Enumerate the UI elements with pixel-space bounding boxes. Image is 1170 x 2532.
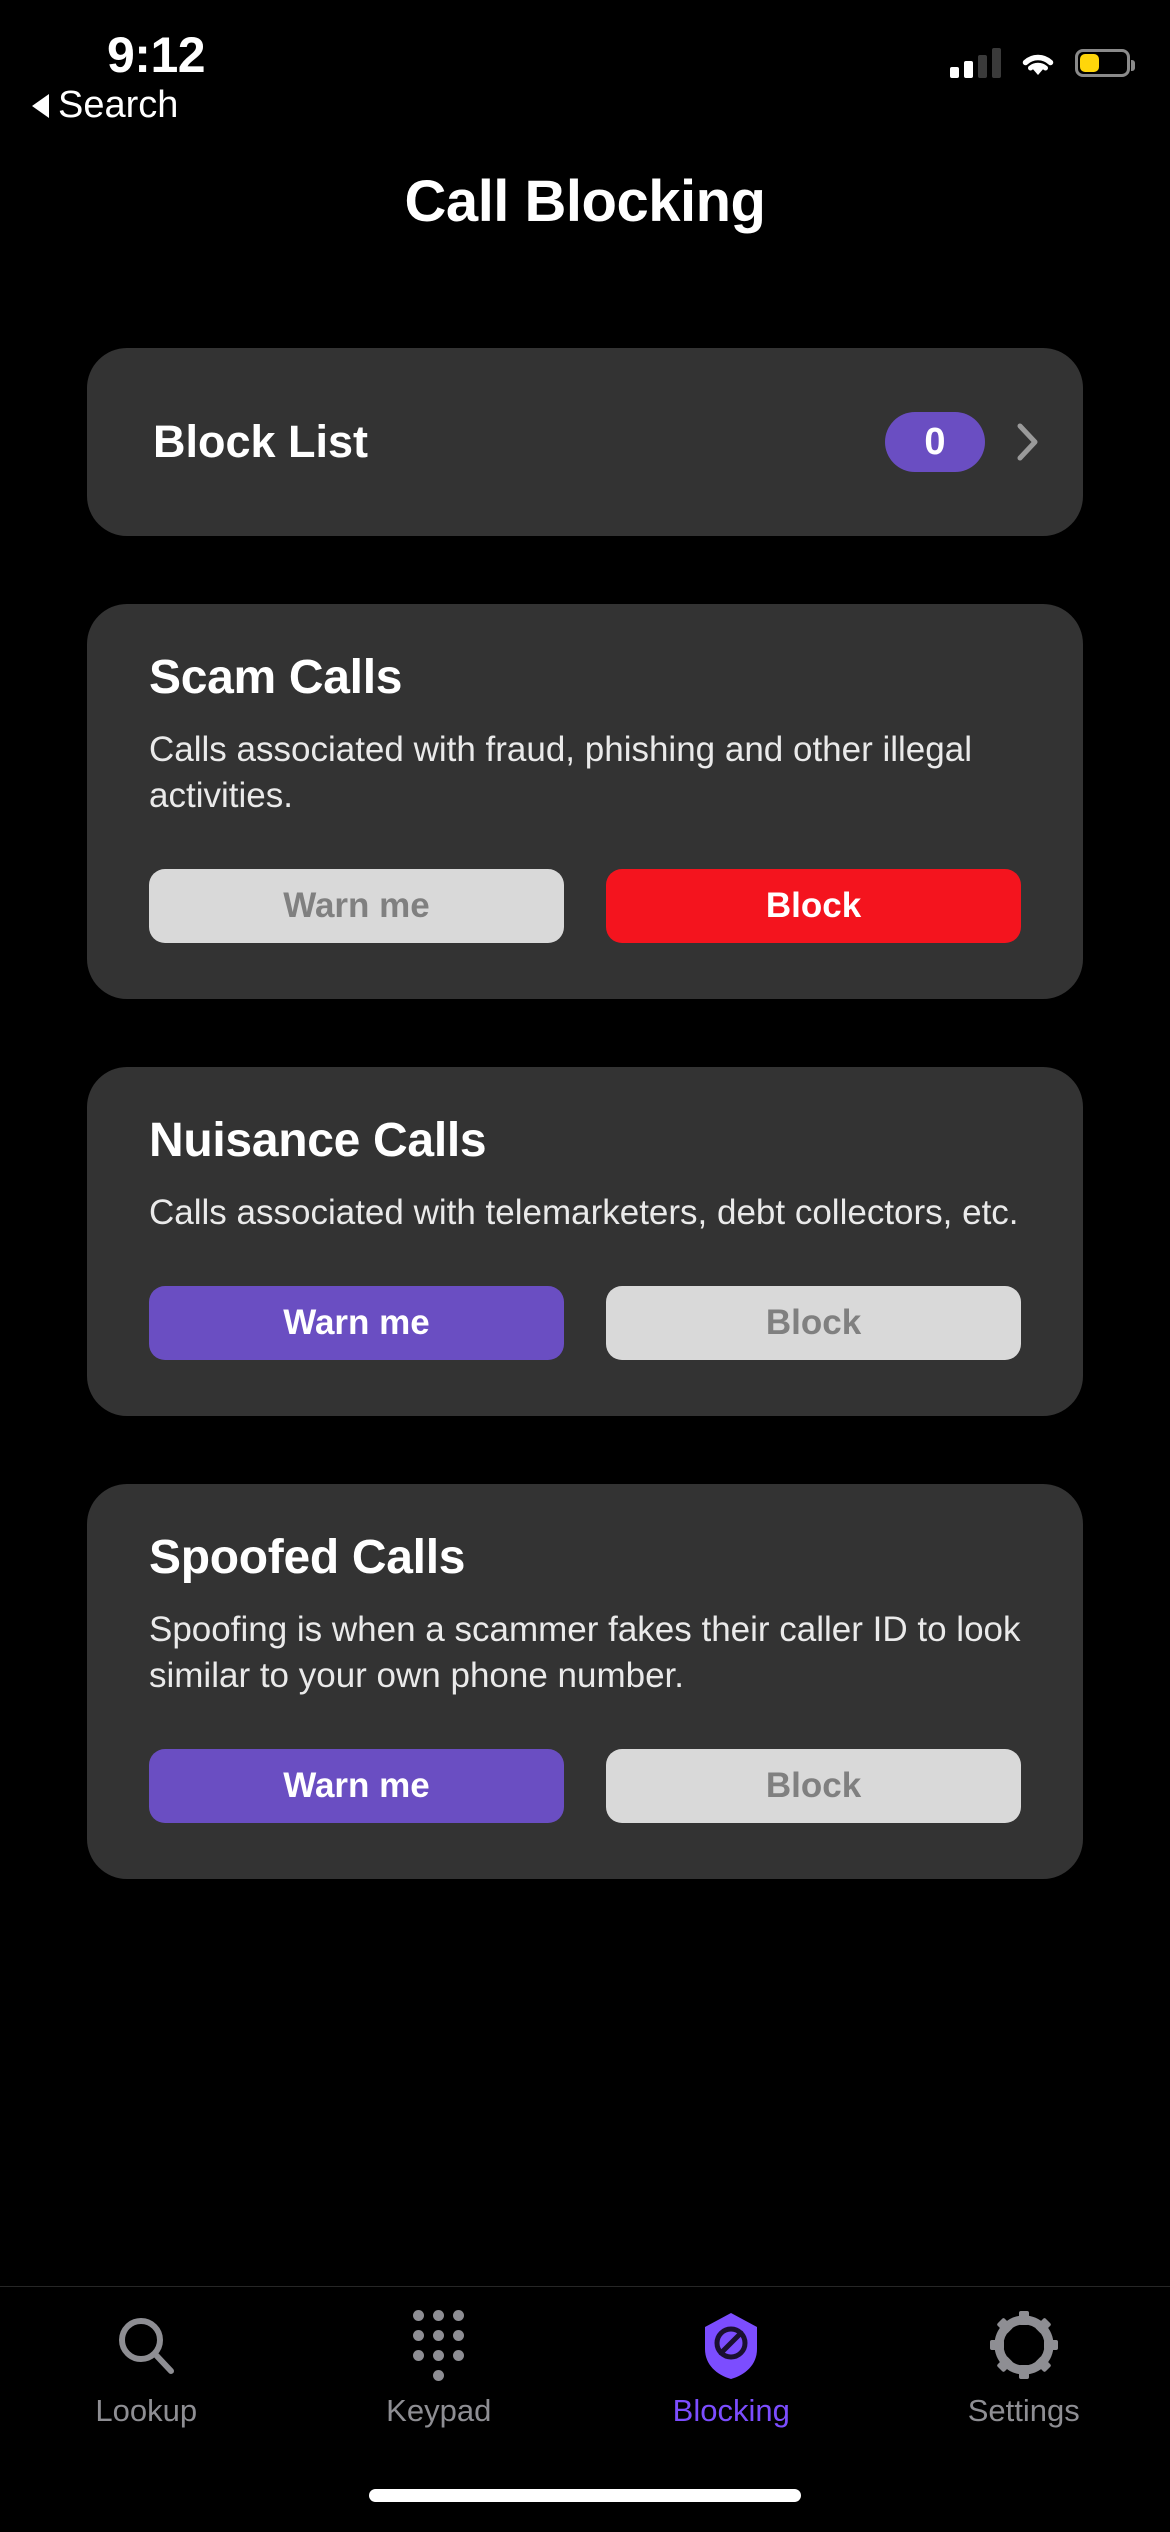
section-action-row: Warn me Block: [149, 1286, 1021, 1360]
shield-block-icon: [695, 2309, 767, 2381]
section-card-nuisance-calls: Nuisance Calls Calls associated with tel…: [87, 1067, 1083, 1416]
section-card-spoofed-calls: Spoofed Calls Spoofing is when a scammer…: [87, 1484, 1083, 1879]
section-description: Calls associated with fraud, phishing an…: [149, 730, 972, 815]
keypad-icon: [403, 2309, 475, 2381]
section-title: Scam Calls: [149, 651, 403, 704]
tab-label-blocking: Blocking: [672, 2393, 790, 2428]
search-icon: [110, 2309, 182, 2381]
chevron-right-icon: [1017, 422, 1039, 462]
tab-settings[interactable]: Settings: [878, 2309, 1170, 2429]
back-to-search-link[interactable]: Search: [32, 84, 178, 127]
tab-label-settings: Settings: [967, 2393, 1080, 2428]
warn-me-button-scam[interactable]: Warn me: [149, 869, 564, 943]
tab-label-lookup: Lookup: [95, 2393, 198, 2428]
block-button-nuisance[interactable]: Block: [606, 1286, 1021, 1360]
section-action-row: Warn me Block: [149, 869, 1021, 943]
section-description: Spoofing is when a scammer fakes their c…: [149, 1610, 1021, 1695]
main-content: Block List 0 Scam Calls Calls associated…: [0, 348, 1170, 1879]
block-list-count-badge: 0: [885, 412, 985, 472]
section-title: Nuisance Calls: [149, 1114, 487, 1167]
cellular-signal-icon: [950, 48, 1001, 78]
home-indicator[interactable]: [369, 2489, 801, 2502]
back-link-label: Search: [58, 84, 179, 126]
section-card-scam-calls: Scam Calls Calls associated with fraud, …: [87, 604, 1083, 999]
back-caret-icon: [32, 93, 49, 118]
block-button-spoofed[interactable]: Block: [606, 1749, 1021, 1823]
app-screen: 9:12 Search Call Blocking Block List 0 S…: [0, 0, 1170, 2532]
block-list-row[interactable]: Block List 0: [87, 348, 1083, 536]
tab-keypad[interactable]: Keypad: [293, 2309, 586, 2429]
block-button-scam[interactable]: Block: [606, 869, 1021, 943]
section-title: Spoofed Calls: [149, 1531, 466, 1584]
status-time: 9:12: [107, 27, 206, 83]
status-icons: [950, 48, 1135, 78]
gear-icon: [988, 2309, 1060, 2381]
status-bar: 9:12: [0, 0, 1170, 96]
warn-me-button-spoofed[interactable]: Warn me: [149, 1749, 564, 1823]
page-title: Call Blocking: [404, 169, 766, 234]
tab-lookup[interactable]: Lookup: [0, 2309, 293, 2429]
block-list-label: Block List: [153, 416, 369, 467]
wifi-icon: [1022, 54, 1054, 75]
warn-me-button-nuisance[interactable]: Warn me: [149, 1286, 564, 1360]
battery-icon: [1075, 49, 1135, 77]
section-description: Calls associated with telemarketers, deb…: [149, 1193, 1019, 1232]
section-action-row: Warn me Block: [149, 1749, 1021, 1823]
tab-label-keypad: Keypad: [386, 2393, 492, 2428]
tab-blocking[interactable]: Blocking: [585, 2309, 878, 2429]
